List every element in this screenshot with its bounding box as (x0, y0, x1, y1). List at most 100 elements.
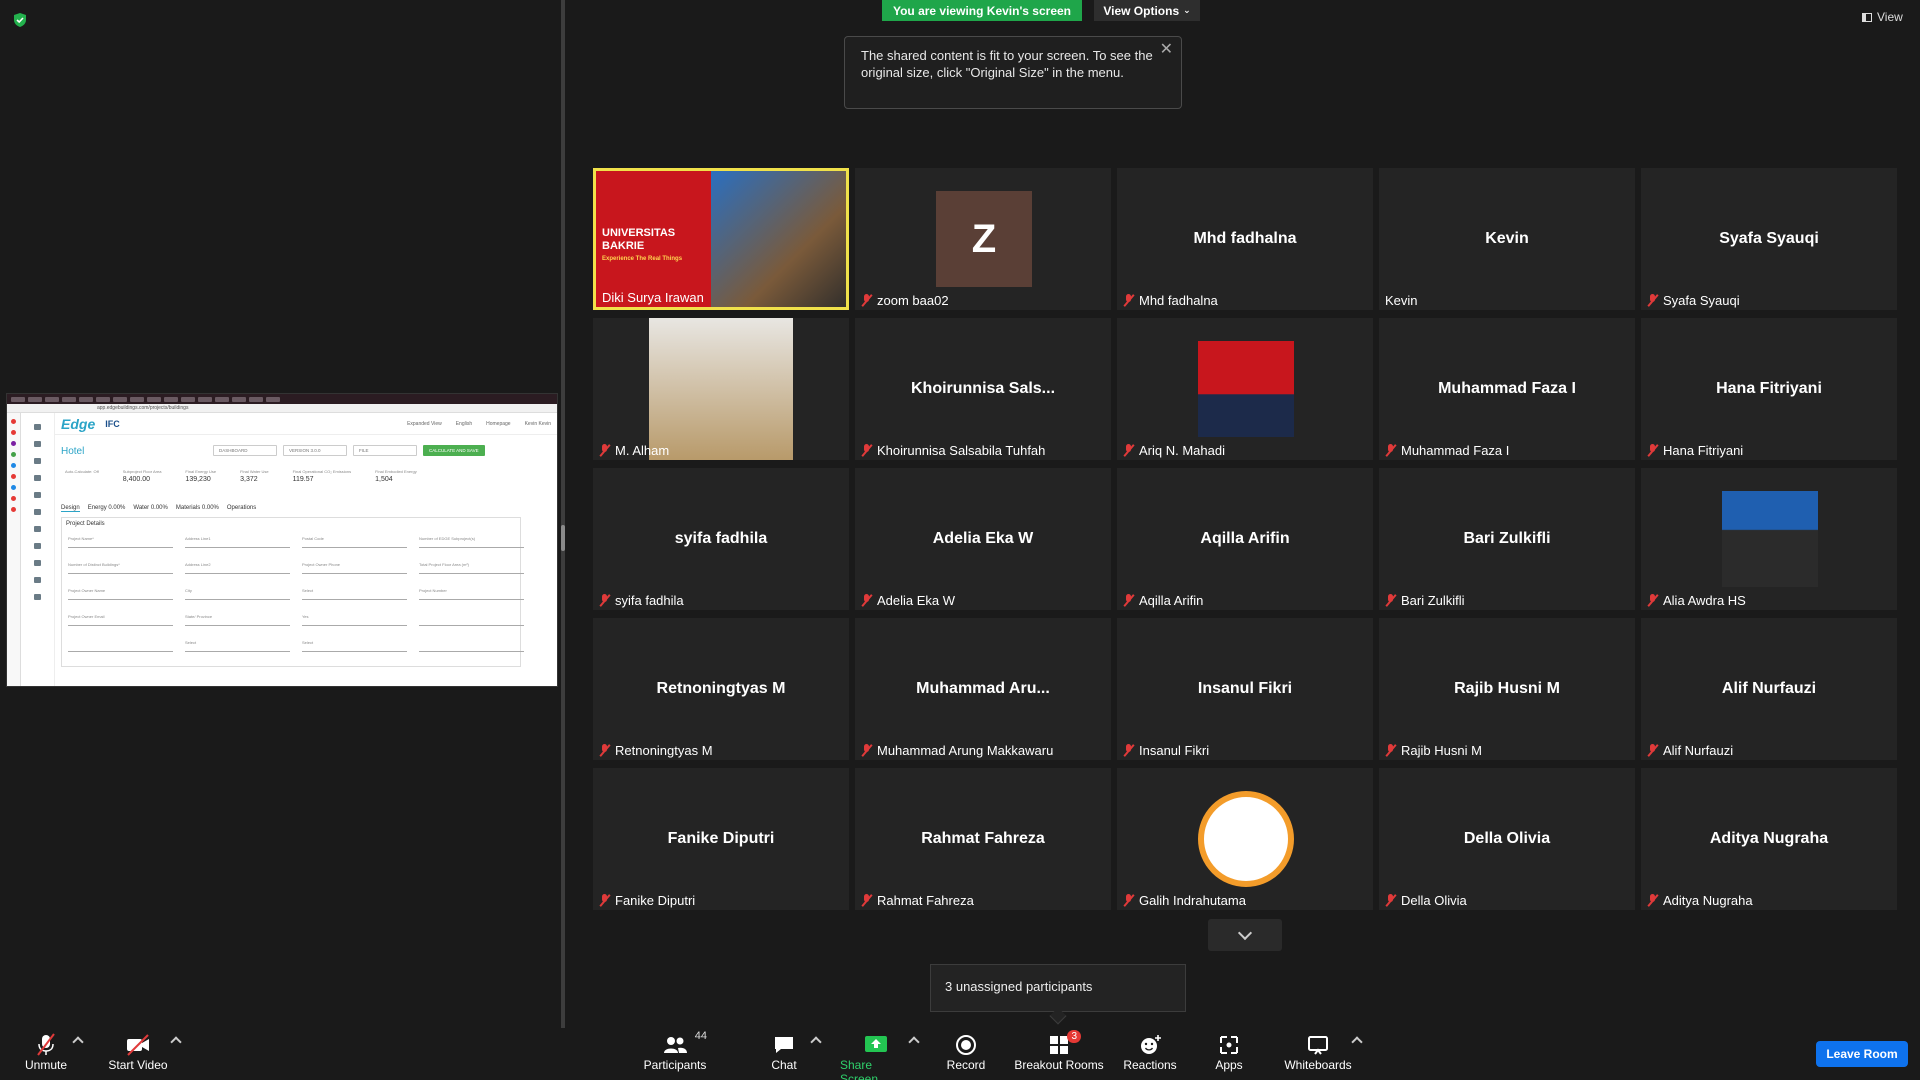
close-icon[interactable]: ✕ (1160, 41, 1173, 58)
participant-tile[interactable]: Retnoningtyas M Retnoningtyas M (593, 618, 849, 760)
participant-tile[interactable]: syifa fadhila syifa fadhila (593, 468, 849, 610)
participant-tile[interactable]: Hana Fitriyani Hana Fitriyani (1641, 318, 1897, 460)
participant-tile[interactable]: Kevin Kevin (1379, 168, 1635, 310)
mic-muted-icon (599, 744, 611, 757)
participant-tile[interactable]: Galih Indrahutama (1117, 768, 1373, 910)
participant-tile[interactable]: Aditya Nugraha Aditya Nugraha (1641, 768, 1897, 910)
participant-name-label: Alif Nurfauzi (1647, 743, 1733, 758)
mic-muted-icon (1647, 294, 1659, 307)
participant-name: Alif Nurfauzi (1663, 743, 1734, 758)
zoom-meeting-window: app.edgebuildings.com/projects/buildings… (0, 0, 1920, 1080)
leave-room-button[interactable]: Leave Room (1816, 1041, 1908, 1067)
mic-muted-icon (861, 594, 873, 607)
participant-display-name: Syafa Syauqi (1719, 230, 1819, 247)
tab-water: Water 0.00% (133, 505, 168, 511)
shared-screen-pane: app.edgebuildings.com/projects/buildings… (0, 0, 560, 1028)
scroll-down-button[interactable] (1208, 919, 1282, 951)
pane-divider[interactable] (561, 0, 565, 1028)
project-title: Hotel (61, 446, 85, 457)
project-details-panel: Project Details Project Name* Address Lin… (61, 517, 524, 667)
chat-options-caret[interactable] (810, 1036, 822, 1048)
tab-energy: Energy 0.00% (87, 505, 126, 511)
reactions-button[interactable]: Reactions (1123, 1032, 1177, 1072)
participant-name-label: Syafa Syauqi (1647, 293, 1740, 308)
breakout-badge: 3 (1067, 1030, 1081, 1043)
form-field: City (185, 588, 290, 600)
apps-button[interactable]: Apps (1214, 1032, 1244, 1072)
chat-button[interactable]: Chat (768, 1032, 800, 1072)
participant-name: Bari Zulkifli (1401, 593, 1465, 608)
shared-screen-content[interactable]: app.edgebuildings.com/projects/buildings… (6, 393, 558, 687)
participant-tile[interactable]: Muhammad Aru... Muhammad Arung Makkawaru (855, 618, 1111, 760)
participant-tile[interactable]: Alif Nurfauzi Alif Nurfauzi (1641, 618, 1897, 760)
share-screen-icon (865, 1036, 887, 1052)
form-field: Project Number (419, 588, 524, 600)
participants-icon (664, 1037, 687, 1053)
participant-tile[interactable]: Aqilla Arifin Aqilla Arifin (1117, 468, 1373, 610)
view-button[interactable]: View (1862, 10, 1903, 24)
participant-tile[interactable]: UNIVERSITAS BAKRIE Experience The Real Thi… (593, 168, 849, 310)
language-select: English (455, 420, 473, 427)
start-video-button[interactable]: Start Video (106, 1032, 170, 1072)
mic-muted-icon (861, 744, 873, 757)
participant-name: zoom baa02 (877, 293, 949, 308)
mic-muted-icon (861, 894, 873, 907)
participant-tile[interactable]: Ariq N. Mahadi (1117, 318, 1373, 460)
participant-display-name: Alif Nurfauzi (1721, 680, 1817, 697)
participant-name-label: Muhammad Faza I (1385, 443, 1509, 458)
metric: Final Embodied Energy 1,504 (375, 469, 417, 483)
tab-operations: Operations (226, 505, 257, 511)
share-screen-button[interactable]: Share Screen (840, 1032, 912, 1080)
audio-options-caret[interactable] (72, 1036, 84, 1048)
form-field: Yes (302, 614, 407, 626)
participant-tile[interactable]: Fanike Diputri Fanike Diputri (593, 768, 849, 910)
chat-icon (775, 1037, 793, 1053)
participant-tile[interactable]: Syafa Syauqi Syafa Syauqi (1641, 168, 1897, 310)
participant-name-label: Bari Zulkifli (1385, 593, 1465, 608)
whiteboards-label: Whiteboards (1284, 1058, 1352, 1072)
participant-tile[interactable]: Della Olivia Della Olivia (1379, 768, 1635, 910)
whiteboard-options-caret[interactable] (1351, 1036, 1363, 1048)
participant-tile[interactable]: Rahmat Fahreza Rahmat Fahreza (855, 768, 1111, 910)
unassigned-participants-popup[interactable]: 3 unassigned participants (930, 964, 1186, 1012)
mic-muted-icon (1647, 894, 1659, 907)
participant-tile[interactable]: Bari Zulkifli Bari Zulkifli (1379, 468, 1635, 610)
record-button[interactable]: Record (944, 1032, 988, 1072)
user-menu: Kevin Kevin (524, 420, 551, 427)
edge-main: Edge IFC Expanded View English Homepage … (55, 413, 557, 686)
security-shield-icon[interactable] (12, 12, 28, 28)
participant-tile[interactable]: Rajib Husni M Rajib Husni M (1379, 618, 1635, 760)
participant-tile[interactable]: M. Alham (593, 318, 849, 460)
participant-tile[interactable]: Mhd fadhalna Mhd fadhalna (1117, 168, 1373, 310)
participant-tile[interactable]: Alia Awdra HS (1641, 468, 1897, 610)
participant-tile[interactable]: Zzoom baa02 (855, 168, 1111, 310)
participant-name-label: Diki Surya Irawan (602, 290, 704, 305)
share-screen-label: Share Screen (840, 1058, 879, 1080)
participant-tile[interactable]: Khoirunnisa Sals... Khoirunnisa Salsabila… (855, 318, 1111, 460)
mic-muted-icon (1647, 594, 1659, 607)
view-options-button[interactable]: View Options ⌄ (1094, 0, 1200, 21)
avatar: Z (936, 191, 1032, 287)
unmute-button[interactable]: Unmute (20, 1032, 72, 1072)
participant-tile[interactable]: Insanul Fikri Insanul Fikri (1117, 618, 1373, 760)
breakout-rooms-button[interactable]: 3 Breakout Rooms (1014, 1030, 1104, 1072)
apps-icon (1220, 1036, 1238, 1054)
participants-button[interactable]: 44 Participants (642, 1030, 708, 1072)
form-field: Project Owner Phone (302, 562, 407, 574)
whiteboards-button[interactable]: Whiteboards (1284, 1032, 1352, 1072)
participant-name: Della Olivia (1401, 893, 1467, 908)
calculate-save-button: CALCULATE AND SAVE (423, 445, 485, 456)
metric: Final Energy Use 139,230 (185, 469, 217, 483)
project-fields: Project Name* Address Line1 Postal Code Num… (62, 530, 524, 658)
participant-tile[interactable]: Adelia Eka W Adelia Eka W (855, 468, 1111, 610)
participant-name: Fanike Diputri (615, 893, 696, 908)
pane-divider-handle[interactable] (561, 525, 565, 551)
dashboard-button: DASHBOARD (213, 445, 277, 456)
participant-tile[interactable]: Muhammad Faza I Muhammad Faza I (1379, 318, 1635, 460)
video-options-caret[interactable] (170, 1036, 182, 1048)
browser-tabbar (7, 394, 557, 404)
reactions-label: Reactions (1123, 1058, 1177, 1072)
form-field: Number of Distinct Buildings* (68, 562, 173, 574)
fit-screen-tooltip: The shared content is fit to your screen… (844, 36, 1182, 109)
participant-name-label: M. Alham (599, 443, 669, 458)
